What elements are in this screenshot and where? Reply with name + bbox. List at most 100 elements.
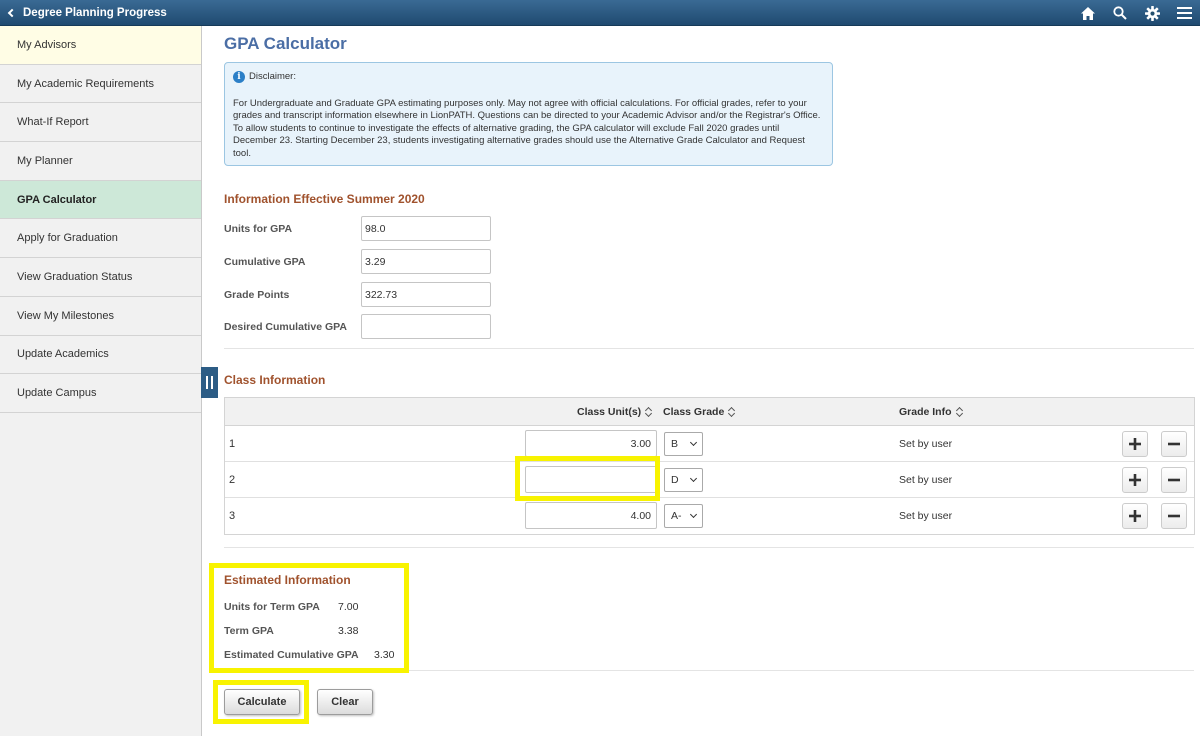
col-header-info-label: Grade Info bbox=[899, 406, 952, 418]
class-table: Class Unit(s) Class Grade Grade Info 1 3… bbox=[224, 397, 1195, 535]
sort-icon bbox=[956, 407, 963, 417]
cumulative-gpa-field[interactable]: 3.29 bbox=[361, 249, 491, 274]
clear-button[interactable]: Clear bbox=[317, 689, 373, 715]
sidebar: My Advisors My Academic Requirements Wha… bbox=[0, 26, 202, 736]
class-grade-select[interactable]: D bbox=[664, 468, 703, 492]
desired-cumulative-gpa-row: Desired Cumulative GPA bbox=[224, 314, 491, 339]
sidebar-item-label: Apply for Graduation bbox=[17, 232, 118, 245]
sidebar-item-label: My Academic Requirements bbox=[17, 77, 154, 90]
sidebar-item-label: View My Milestones bbox=[17, 309, 114, 322]
col-header-grade-label: Class Grade bbox=[663, 406, 725, 418]
menu-icon[interactable] bbox=[1168, 0, 1200, 26]
sidebar-item-label: Update Academics bbox=[17, 348, 109, 361]
minus-icon bbox=[1168, 478, 1180, 482]
grade-select-value: B bbox=[671, 438, 679, 450]
col-header-units-label: Class Unit(s) bbox=[577, 406, 642, 418]
sidebar-item-my-planner[interactable]: My Planner bbox=[0, 142, 201, 181]
disclaimer-heading: Disclaimer: bbox=[249, 71, 296, 82]
plus-icon bbox=[1129, 474, 1141, 486]
class-grade-select[interactable]: B bbox=[664, 432, 703, 456]
row-number: 3 bbox=[229, 510, 236, 522]
chevron-down-icon bbox=[689, 474, 698, 483]
sort-icon bbox=[728, 407, 735, 417]
remove-row-button[interactable] bbox=[1161, 467, 1187, 493]
calculate-button[interactable]: Calculate bbox=[224, 689, 300, 715]
add-row-button[interactable] bbox=[1122, 431, 1148, 457]
sidebar-collapse-handle[interactable] bbox=[201, 367, 218, 398]
effective-section-title: Information Effective Summer 2020 bbox=[224, 192, 425, 206]
class-units-input[interactable]: 3.00 bbox=[525, 430, 657, 457]
plus-icon bbox=[1129, 510, 1141, 522]
table-row: 2 D Set by user bbox=[225, 462, 1194, 498]
table-row: 1 3.00 B Set by user bbox=[225, 426, 1194, 462]
sidebar-item-label: My Planner bbox=[17, 154, 73, 167]
plus-icon bbox=[1129, 438, 1141, 450]
search-icon[interactable] bbox=[1104, 0, 1136, 26]
sort-icon bbox=[645, 407, 652, 417]
add-row-button[interactable] bbox=[1122, 503, 1148, 529]
add-row-button[interactable] bbox=[1122, 467, 1148, 493]
sidebar-item-label: My Advisors bbox=[17, 38, 77, 51]
cumulative-gpa-row: Cumulative GPA 3.29 bbox=[224, 249, 491, 274]
estimated-cumulative-gpa-row: Estimated Cumulative GPA 3.30 bbox=[224, 648, 394, 662]
field-label: Desired Cumulative GPA bbox=[224, 320, 347, 333]
grade-info: Set by user bbox=[899, 474, 953, 486]
gear-icon[interactable] bbox=[1136, 0, 1168, 26]
sidebar-item-label: GPA Calculator bbox=[17, 193, 97, 206]
sidebar-item-label: Update Campus bbox=[17, 387, 97, 400]
minus-icon bbox=[1168, 514, 1180, 518]
disclaimer-box: i Disclaimer: For Undergraduate and Grad… bbox=[224, 62, 833, 166]
units-for-term-gpa-value: 7.00 bbox=[338, 601, 359, 613]
sidebar-item-what-if-report[interactable]: What-If Report bbox=[0, 103, 201, 143]
sidebar-item-my-academic-requirements[interactable]: My Academic Requirements bbox=[0, 65, 201, 104]
desired-cumulative-gpa-field[interactable] bbox=[361, 314, 491, 339]
back-button-label: Degree Planning Progress bbox=[23, 7, 167, 19]
top-bar: Degree Planning Progress bbox=[0, 0, 1200, 26]
sidebar-item-my-advisors[interactable]: My Advisors bbox=[0, 26, 201, 65]
chevron-down-icon bbox=[689, 510, 698, 519]
term-gpa-row: Term GPA 3.38 bbox=[224, 624, 358, 638]
remove-row-button[interactable] bbox=[1161, 431, 1187, 457]
est-label: Units for Term GPA bbox=[224, 601, 320, 613]
sidebar-item-view-graduation-status[interactable]: View Graduation Status bbox=[0, 258, 201, 297]
disclaimer-text: For Undergraduate and Graduate GPA estim… bbox=[233, 97, 821, 159]
class-units-input[interactable] bbox=[525, 466, 657, 493]
field-label: Grade Points bbox=[224, 288, 290, 301]
grade-points-row: Grade Points 322.73 bbox=[224, 282, 491, 307]
sidebar-item-gpa-calculator[interactable]: GPA Calculator bbox=[0, 180, 201, 220]
class-section-title: Class Information bbox=[224, 373, 326, 387]
units-for-gpa-field[interactable]: 98.0 bbox=[361, 216, 491, 241]
info-icon: i bbox=[233, 71, 245, 84]
chevron-down-icon bbox=[689, 438, 698, 447]
divider bbox=[224, 670, 1194, 671]
class-grade-select[interactable]: A- bbox=[664, 504, 703, 528]
col-header-grade-info[interactable]: Grade Info bbox=[899, 398, 963, 426]
table-row: 3 4.00 A- Set by user bbox=[225, 498, 1194, 534]
grade-info: Set by user bbox=[899, 510, 953, 522]
minus-icon bbox=[1168, 442, 1180, 446]
sidebar-item-update-academics[interactable]: Update Academics bbox=[0, 336, 201, 375]
sidebar-item-update-campus[interactable]: Update Campus bbox=[0, 374, 201, 413]
class-units-input[interactable]: 4.00 bbox=[525, 502, 657, 529]
col-header-grade[interactable]: Class Grade bbox=[663, 398, 735, 426]
home-icon[interactable] bbox=[1072, 0, 1104, 26]
remove-row-button[interactable] bbox=[1161, 503, 1187, 529]
divider bbox=[224, 547, 1194, 548]
sidebar-item-apply-for-graduation[interactable]: Apply for Graduation bbox=[0, 219, 201, 259]
page-title: GPA Calculator bbox=[224, 34, 347, 53]
units-for-gpa-row: Units for GPA 98.0 bbox=[224, 216, 491, 241]
estimated-cumulative-gpa-value: 3.30 bbox=[374, 649, 395, 661]
sidebar-item-label: What-If Report bbox=[17, 116, 89, 129]
table-header: Class Unit(s) Class Grade Grade Info bbox=[225, 398, 1194, 426]
row-number: 1 bbox=[229, 438, 236, 450]
grade-select-value: D bbox=[671, 474, 679, 486]
field-label: Units for GPA bbox=[224, 222, 293, 235]
grade-select-value: A- bbox=[671, 510, 682, 522]
sidebar-item-view-my-milestones[interactable]: View My Milestones bbox=[0, 297, 201, 336]
sidebar-item-label: View Graduation Status bbox=[17, 270, 133, 283]
divider bbox=[224, 348, 1194, 349]
grade-points-field[interactable]: 322.73 bbox=[361, 282, 491, 307]
chevron-left-icon bbox=[7, 8, 17, 18]
col-header-units[interactable]: Class Unit(s) bbox=[577, 398, 652, 426]
back-button[interactable]: Degree Planning Progress bbox=[6, 0, 167, 26]
